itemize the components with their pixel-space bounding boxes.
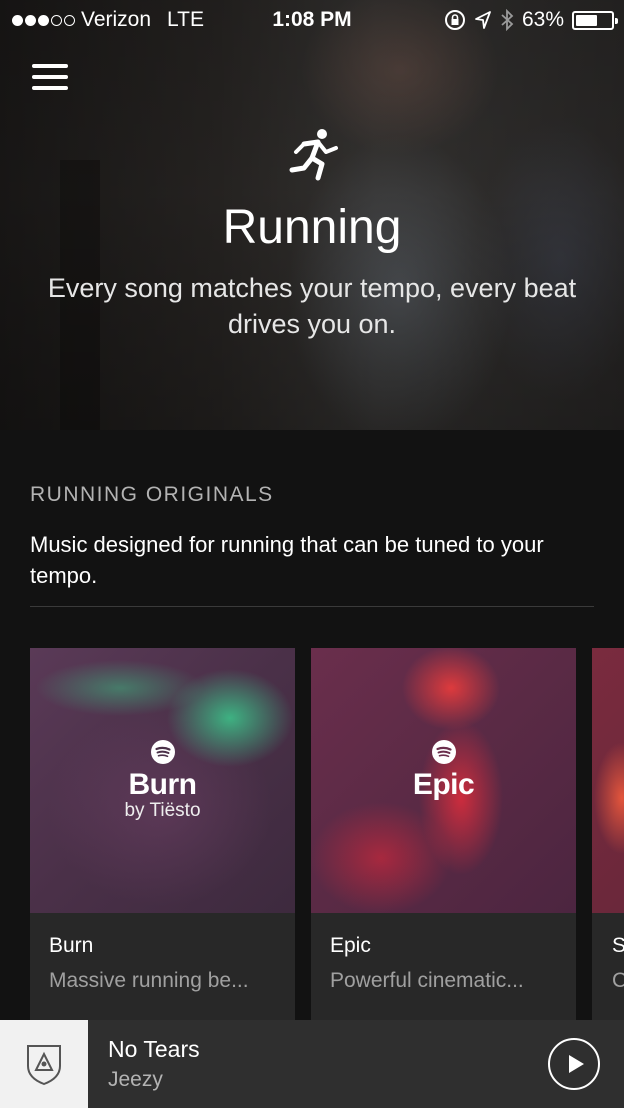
playlist-carousel[interactable]: Burn by Tiësto Burn Massive running be..… (30, 648, 624, 1020)
spotify-logo-icon (151, 740, 175, 764)
track-artist: Jeezy (108, 1068, 163, 1091)
card-subtitle: Powerful cinematic... (330, 969, 524, 992)
album-crest-icon (27, 1045, 61, 1086)
now-playing-bar[interactable]: No Tears Jeezy (0, 1020, 624, 1108)
hamburger-icon (32, 64, 68, 68)
status-bar: Verizon LTE 1:08 PM 63% (0, 0, 624, 40)
page-title: Running (222, 201, 402, 254)
playlist-card-epic[interactable]: Epic Epic Powerful cinematic... (311, 648, 576, 1020)
track-title: No Tears (108, 1036, 200, 1062)
location-arrow-icon (475, 11, 491, 29)
spotify-logo-icon (432, 740, 456, 764)
battery-percent: 63% (521, 8, 564, 31)
play-button[interactable] (548, 1038, 600, 1090)
menu-button[interactable] (32, 64, 68, 96)
card-title: Burn (49, 934, 94, 957)
play-icon (569, 1055, 584, 1073)
card-subtitle: Massive running be... (49, 969, 249, 992)
cover-artist: by Tiësto (124, 800, 201, 821)
section-heading: RUNNING ORIGINALS (30, 483, 274, 506)
playlist-card-third[interactable]: S C (592, 648, 624, 1020)
page-subtitle: Every song matches your tempo, every bea… (47, 273, 577, 339)
playlist-card-burn[interactable]: Burn by Tiësto Burn Massive running be..… (30, 648, 295, 1020)
playlist-cover: Epic (311, 648, 576, 913)
card-title: Epic (330, 934, 371, 957)
cover-title: Burn (128, 768, 198, 801)
album-art (0, 1020, 88, 1108)
cover-title: Epic (412, 768, 475, 801)
card-title: S (612, 934, 624, 957)
bluetooth-icon (501, 9, 514, 31)
section-description: Music designed for running that can be t… (30, 532, 544, 588)
section-divider (30, 606, 594, 607)
playlist-cover: Burn by Tiësto (30, 648, 295, 913)
playlist-cover (592, 648, 624, 913)
card-subtitle: C (612, 969, 624, 992)
rotation-lock-icon (444, 10, 465, 30)
runner-icon (289, 129, 338, 181)
battery-icon (572, 10, 618, 30)
